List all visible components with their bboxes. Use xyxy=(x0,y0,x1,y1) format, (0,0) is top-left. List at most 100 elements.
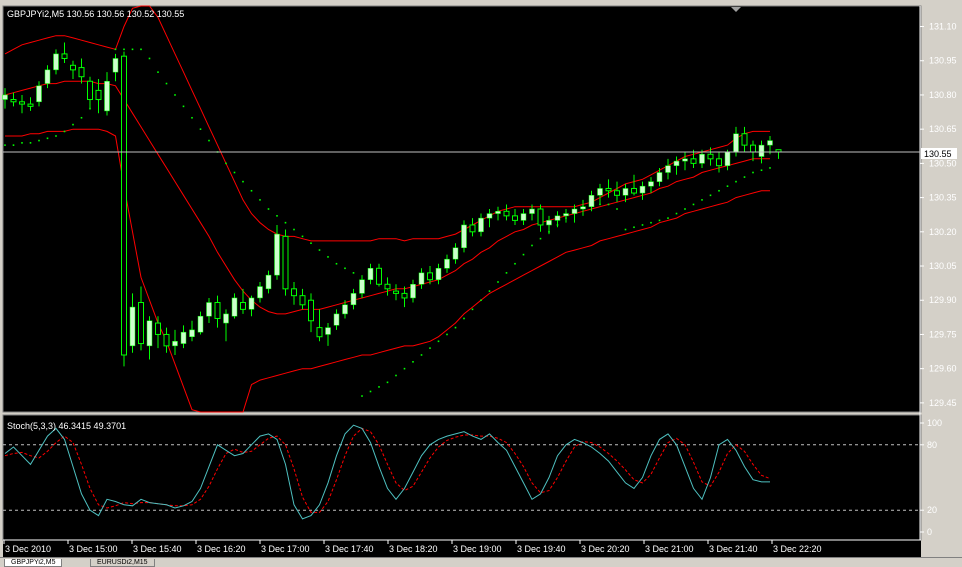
sar-point xyxy=(735,180,737,183)
candle-bear xyxy=(512,215,518,221)
time-tick-label: 3 Dec 22:20 xyxy=(773,544,822,554)
candle-bull xyxy=(359,279,365,294)
stochastic-area[interactable] xyxy=(2,414,922,541)
sar-point xyxy=(123,48,125,51)
price-tick-label: 129.75 xyxy=(929,329,957,339)
time-tick-label: 3 Dec 15:00 xyxy=(69,544,118,554)
candle-bull xyxy=(112,58,119,73)
sar-point xyxy=(446,333,448,336)
sar-point xyxy=(522,253,525,256)
sar-point xyxy=(29,142,32,144)
candle-bull xyxy=(435,268,442,280)
sar-point xyxy=(760,169,763,172)
candle-bull xyxy=(529,208,535,214)
candle-bear xyxy=(537,208,544,226)
sar-point xyxy=(505,272,508,274)
sar-point xyxy=(276,215,278,217)
price-chart-area[interactable] xyxy=(2,5,922,413)
price-tick-label: 130.80 xyxy=(929,90,957,100)
sar-point xyxy=(403,367,406,370)
chart-title: GBPJPYi2,M5 130.56 130.56 130.52 130.55 xyxy=(7,9,184,19)
price-tick-label: 130.95 xyxy=(929,56,957,66)
price-tick-label: 131.10 xyxy=(929,22,957,32)
price-tick-label: 130.65 xyxy=(929,124,957,134)
candle-bear xyxy=(376,267,382,285)
candle-bull xyxy=(554,215,561,221)
sar-point xyxy=(148,57,151,60)
candle-bear xyxy=(214,302,221,319)
candle-bear xyxy=(707,153,714,160)
sar-point xyxy=(471,308,474,311)
candle-bear xyxy=(121,55,127,356)
price-tick-label: 130.20 xyxy=(929,227,957,237)
sar-point xyxy=(726,185,729,187)
candle-bull xyxy=(53,53,59,71)
sar-point xyxy=(80,116,83,119)
sar-point xyxy=(395,374,397,377)
sar-point xyxy=(284,221,287,224)
candle-bull xyxy=(656,172,663,182)
sar-point xyxy=(4,144,6,146)
candle-bull xyxy=(444,258,450,269)
stoch-tick-label: 80 xyxy=(927,440,937,450)
candle-bull xyxy=(265,274,272,290)
candle-bear xyxy=(27,103,34,107)
chart-canvas[interactable]: 130.55 131.10130.95130.80130.65130.50130… xyxy=(0,0,962,557)
sar-point xyxy=(369,390,372,393)
candle-bull xyxy=(257,286,263,299)
time-tick-label: 3 Dec 19:00 xyxy=(453,544,502,554)
sar-point xyxy=(437,340,440,343)
tab-gbpjpy[interactable]: GBPJPYi2,M5 xyxy=(4,559,63,567)
sar-point xyxy=(114,48,117,51)
candle-bull xyxy=(333,313,340,326)
candle-bull xyxy=(622,188,629,196)
candle-bear xyxy=(240,302,246,310)
sar-point xyxy=(667,217,669,219)
candle-bull xyxy=(129,306,136,347)
sar-point xyxy=(199,128,202,130)
time-tick-label: 3 Dec 19:40 xyxy=(517,544,566,554)
time-tick-label: 3 Dec 21:00 xyxy=(645,544,694,554)
candle-bull xyxy=(580,206,586,210)
candle-bear xyxy=(469,224,476,233)
candle-bull xyxy=(571,208,578,214)
time-tick-label: 3 Dec 2010 xyxy=(5,544,51,554)
time-tick-label: 3 Dec 20:20 xyxy=(581,544,630,554)
sar-point xyxy=(335,262,338,265)
sar-point xyxy=(701,199,703,201)
sar-point xyxy=(692,203,695,206)
sar-point xyxy=(480,299,482,302)
candle-bull xyxy=(206,302,212,317)
candle-bull xyxy=(495,211,501,214)
sar-point xyxy=(488,290,491,292)
candle-bear xyxy=(155,322,161,335)
sar-point xyxy=(378,386,380,388)
candle-bull xyxy=(588,195,595,207)
sar-point xyxy=(497,281,499,283)
sar-point xyxy=(641,224,644,226)
candle-bear xyxy=(401,292,408,299)
candle-bull xyxy=(350,293,357,306)
candle-bear xyxy=(614,190,620,196)
candle-bull xyxy=(104,81,110,112)
sar-point xyxy=(386,381,389,384)
price-tick-label: 129.90 xyxy=(929,295,957,305)
sar-point xyxy=(301,235,304,238)
sar-point xyxy=(233,171,236,174)
candle-bear xyxy=(384,283,391,290)
sar-point xyxy=(675,212,678,215)
candle-bear xyxy=(163,333,170,347)
sar-point xyxy=(157,71,159,73)
candle-bear xyxy=(299,295,306,306)
candle-bull xyxy=(520,213,527,221)
candle-bull xyxy=(486,213,493,219)
candle-bull xyxy=(452,247,459,260)
candle-bear xyxy=(282,235,289,290)
tab-eurusd[interactable]: EURUSDi2,M15 xyxy=(90,559,155,567)
sar-point xyxy=(55,135,57,137)
sar-point xyxy=(684,208,686,210)
candle-bear xyxy=(750,144,756,153)
sar-point xyxy=(531,244,533,247)
candle-bear xyxy=(95,89,102,101)
candle-bull xyxy=(172,341,178,347)
